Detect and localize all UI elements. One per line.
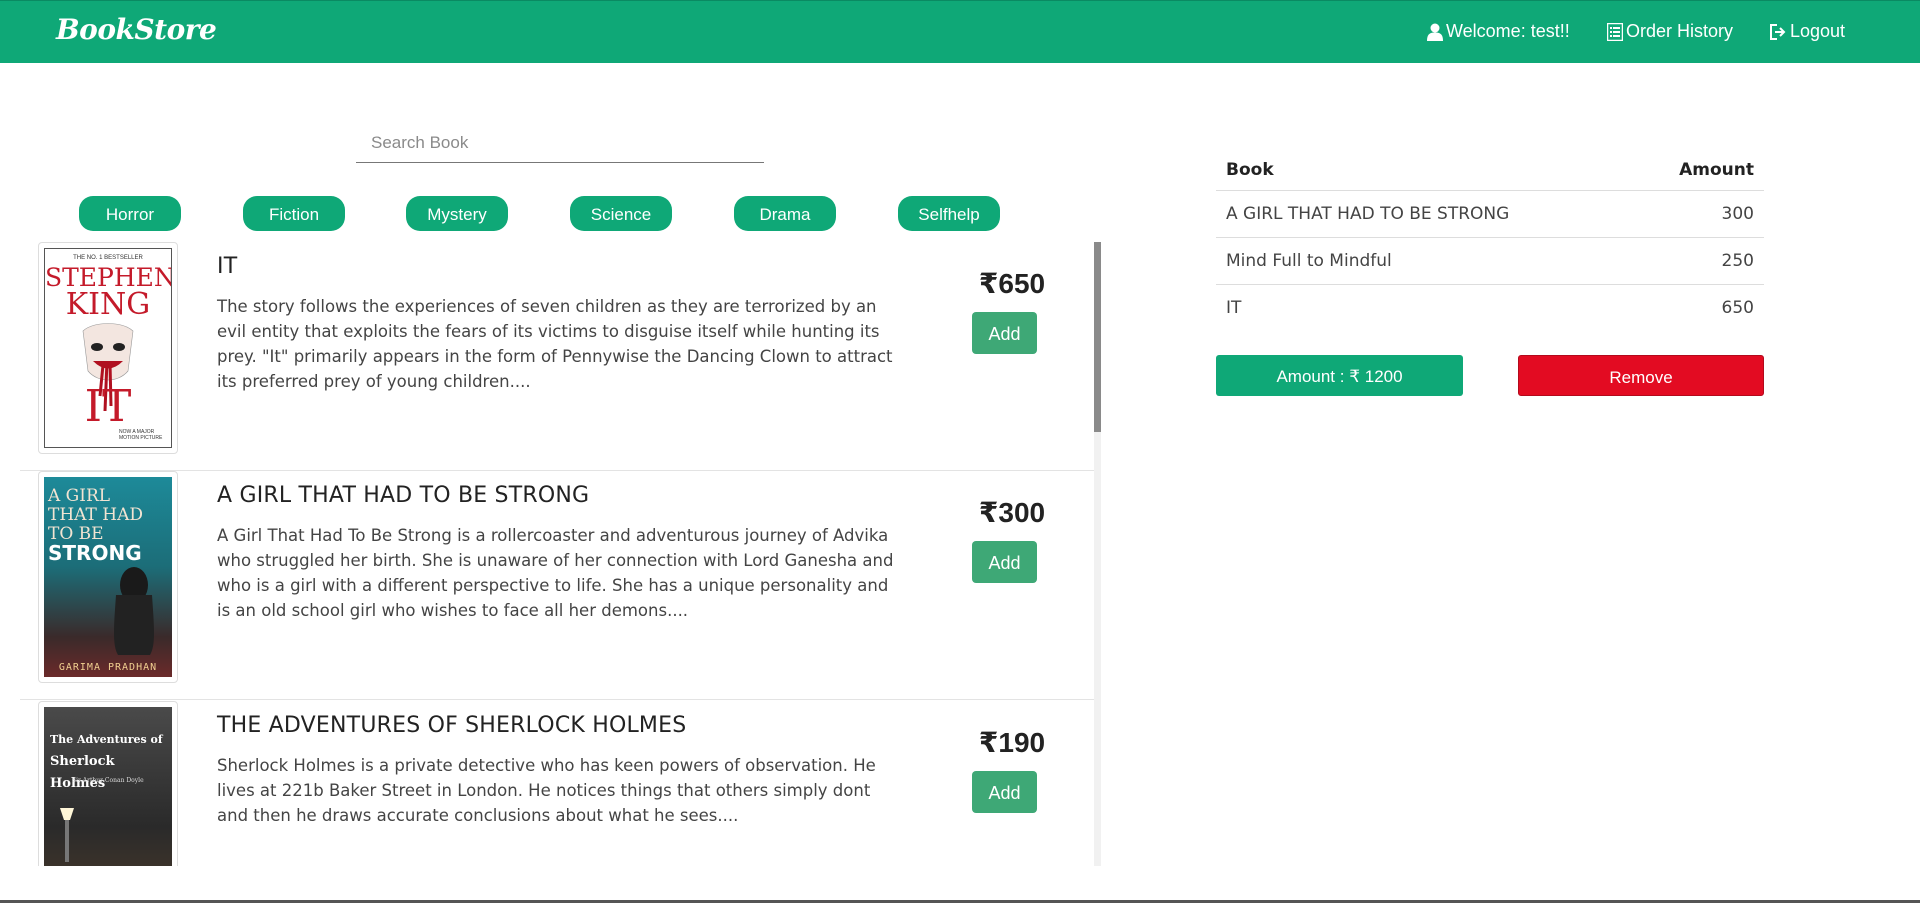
cover-author: GARIMA PRADHAN	[58, 662, 158, 673]
cover-line: STRONG	[48, 541, 142, 565]
cart-book-amount: 250	[1721, 251, 1754, 271]
add-to-cart-button[interactable]: Add	[972, 771, 1037, 813]
book-list-scrollbar[interactable]	[1094, 242, 1101, 866]
brand-logo[interactable]: BookStore	[56, 13, 217, 46]
header-book: Book	[1226, 160, 1274, 180]
cart-book-amount: 650	[1721, 298, 1754, 318]
book-price: ₹650	[978, 268, 1046, 299]
category-mystery[interactable]: Mystery	[406, 196, 508, 231]
book-item: The Adventures of Sherlock Holmes Sir Ar…	[20, 701, 1094, 866]
header-amount: Amount	[1679, 160, 1754, 180]
book-cover: THE NO. 1 BESTSELLER STEPHEN KING IT NOW…	[38, 242, 178, 454]
cover-image-sherlock: The Adventures of Sherlock Holmes Sir Ar…	[44, 707, 172, 866]
book-title[interactable]: A GIRL THAT HAD TO BE STRONG	[217, 483, 589, 508]
logout-icon	[1769, 23, 1787, 41]
cover-author: Sir Arthur Conan Doyle	[72, 777, 144, 784]
cover-title-lines: The Adventures of Sherlock Holmes	[50, 729, 172, 795]
welcome-label: Welcome: test!!	[1446, 21, 1570, 41]
book-title[interactable]: IT	[217, 254, 237, 279]
cart-row[interactable]: A GIRL THAT HAD TO BE STRONG 300	[1216, 191, 1764, 238]
book-item: THE NO. 1 BESTSELLER STEPHEN KING IT NOW…	[20, 242, 1094, 471]
total-amount-button[interactable]: Amount : ₹ 1200	[1216, 355, 1463, 396]
cover-image-it: THE NO. 1 BESTSELLER STEPHEN KING IT NOW…	[44, 248, 172, 448]
cart-book-name: Mind Full to Mindful	[1226, 251, 1392, 271]
cart-table: Book Amount A GIRL THAT HAD TO BE STRONG…	[1216, 150, 1764, 331]
welcome-user[interactable]: Welcome: test!!	[1427, 21, 1570, 42]
search-input[interactable]	[356, 128, 764, 158]
girl-silhouette-icon	[114, 567, 154, 655]
cart-row[interactable]: IT 650	[1216, 285, 1764, 331]
cover-title-lines: A GIRL THAT HAD TO BE STRONG	[48, 486, 143, 565]
book-description: A Girl That Had To Be Strong is a roller…	[217, 526, 894, 620]
cover-line: THAT HAD	[48, 505, 143, 525]
search-box	[356, 128, 764, 163]
logout-label: Logout	[1790, 21, 1846, 41]
cart-book-name: IT	[1226, 298, 1242, 318]
cover-tagline: NOW A MAJOR MOTION PICTURE	[119, 429, 163, 441]
top-navbar: BookStore Welcome: test!! Order History …	[0, 0, 1920, 63]
book-item: A GIRL THAT HAD TO BE STRONG GARIMA PRAD…	[20, 471, 1094, 700]
category-selfhelp[interactable]: Selfhelp	[898, 196, 1000, 231]
book-price: ₹300	[978, 497, 1046, 528]
add-to-cart-button[interactable]: Add	[972, 312, 1037, 354]
category-science[interactable]: Science	[570, 196, 672, 231]
add-to-cart-button[interactable]: Add	[972, 541, 1037, 583]
cart-table-header: Book Amount	[1216, 150, 1764, 191]
cover-image-girl-strong: A GIRL THAT HAD TO BE STRONG GARIMA PRAD…	[44, 477, 172, 677]
scrollbar-thumb[interactable]	[1094, 242, 1101, 432]
book-list: THE NO. 1 BESTSELLER STEPHEN KING IT NOW…	[20, 242, 1100, 866]
cart-book-amount: 300	[1721, 204, 1754, 224]
cover-top-text: THE NO. 1 BESTSELLER	[73, 255, 143, 261]
lamp-post-icon	[60, 808, 74, 862]
order-history-label: Order History	[1626, 21, 1734, 41]
category-fiction[interactable]: Fiction	[243, 196, 345, 231]
category-horror[interactable]: Horror	[79, 196, 181, 231]
category-drama[interactable]: Drama	[734, 196, 836, 231]
cover-line: The Adventures of	[50, 733, 163, 746]
list-alt-icon	[1607, 22, 1623, 41]
cover-line: Sherlock Holmes	[50, 754, 115, 791]
book-cover: A GIRL THAT HAD TO BE STRONG GARIMA PRAD…	[38, 471, 178, 683]
logout-link[interactable]: Logout	[1769, 21, 1845, 42]
cover-title: IT	[84, 381, 132, 432]
user-icon	[1427, 23, 1443, 41]
book-description: Sherlock Holmes is a private detective w…	[217, 756, 876, 825]
book-title[interactable]: THE ADVENTURES OF SHERLOCK HOLMES	[217, 713, 686, 738]
order-history-link[interactable]: Order History	[1607, 21, 1733, 42]
remove-button[interactable]: Remove	[1518, 355, 1764, 396]
book-cover: The Adventures of Sherlock Holmes Sir Ar…	[38, 701, 178, 866]
book-price: ₹190	[978, 727, 1046, 758]
book-description: The story follows the experiences of sev…	[217, 297, 893, 391]
cover-line: A GIRL	[48, 486, 111, 506]
cart-book-name: A GIRL THAT HAD TO BE STRONG	[1226, 204, 1510, 224]
cart-row[interactable]: Mind Full to Mindful 250	[1216, 238, 1764, 285]
cover-author-last: KING	[65, 287, 151, 322]
